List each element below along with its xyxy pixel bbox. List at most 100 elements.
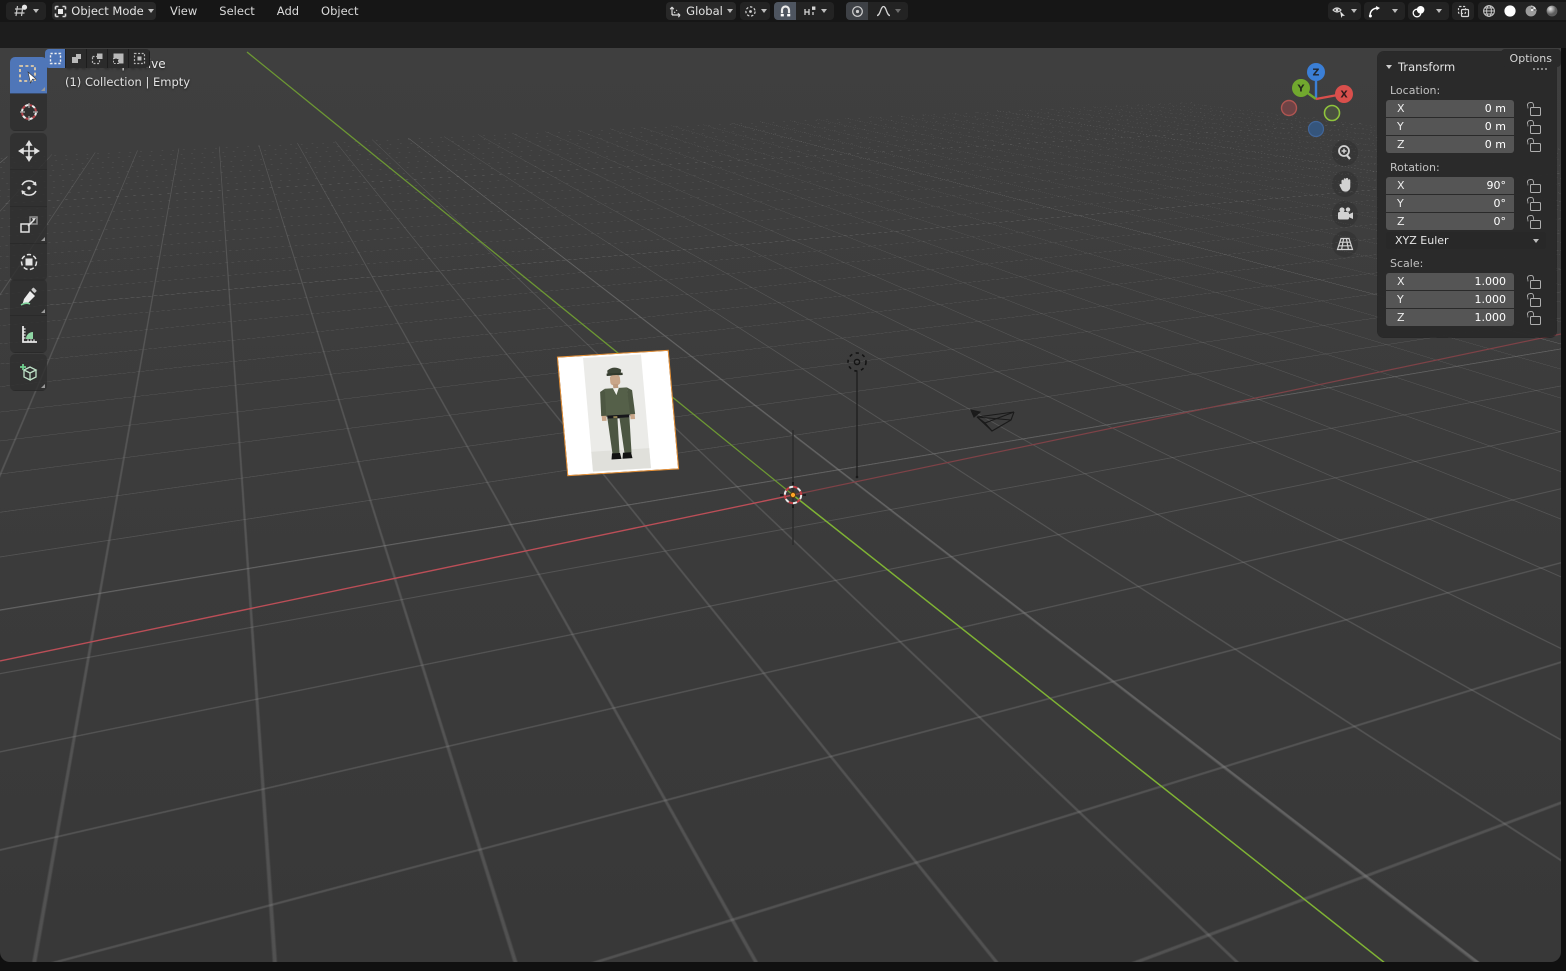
shading-rendered-button[interactable] [1541,2,1562,20]
falloff-curve-icon [876,5,891,17]
pivot-point-icon [744,5,757,18]
tool-measure-button[interactable] [10,316,47,353]
scale-y-field[interactable]: Y 1.000 [1386,291,1514,308]
select-mode-subtract-button[interactable] [87,49,108,68]
3d-cursor [780,482,806,508]
menu-add[interactable]: Add [273,4,303,18]
location-y-lock-button[interactable] [1528,120,1542,134]
view-navigation-gizmo[interactable]: Z Y X [1276,58,1360,142]
rotation-y-row: Y 0° [1386,195,1548,212]
camera-object[interactable] [962,400,1022,445]
toolbar-group-transform [10,133,47,281]
rotation-z-row: Z 0° [1386,213,1548,230]
rotate-icon [18,177,40,199]
perspective-grid-icon [1336,236,1354,252]
scale-x-row: X 1.000 [1386,273,1548,290]
toolbar-group-add [10,354,47,391]
tool-add-cube-button[interactable] [10,354,47,391]
snap-target-dropdown[interactable] [796,2,834,20]
tool-rotate-button[interactable] [10,170,47,207]
rotation-x-lock-button[interactable] [1528,179,1542,193]
subtool-indicator [41,384,45,388]
3d-viewport[interactable]: User Perspective (1) Collection | Empty [0,48,1561,962]
location-z-row: Z 0 m [1386,136,1548,153]
panel-collapse-chevron-icon[interactable] [1386,65,1392,69]
location-y-field[interactable]: Y 0 m [1386,118,1514,135]
menu-view[interactable]: View [166,4,201,18]
tool-move-button[interactable] [10,133,47,170]
image-empty-object[interactable] [556,349,680,477]
snap-toggle-button[interactable] [774,2,796,20]
options-button[interactable]: Options [1500,49,1561,67]
rotation-y-lock-button[interactable] [1528,197,1542,211]
falloff-dropdown[interactable] [868,2,908,20]
unlock-icon [1529,201,1541,211]
snap-increment-icon [803,5,817,18]
overlays-dropdown[interactable] [1429,2,1449,20]
gizmo-negative-x-ball[interactable] [1280,99,1298,117]
axis-value: 1.000 [1474,293,1507,306]
tool-select-box-button[interactable] [10,57,47,94]
tool-cursor-button[interactable] [10,94,47,131]
rotation-x-field[interactable]: X 90° [1386,177,1514,194]
tool-scale-button[interactable] [10,207,47,244]
transform-icon [18,251,40,273]
show-gizmos-toggle[interactable] [1364,2,1385,20]
point-light-object[interactable] [843,348,871,483]
scale-z-row: Z 1.000 [1386,309,1548,326]
gizmo-negative-y-ball[interactable] [1323,104,1341,122]
select-mode-intersect-button[interactable] [129,49,150,68]
subtool-indicator [41,237,45,241]
scale-z-lock-button[interactable] [1528,311,1542,325]
editor-right-edge [1561,22,1566,971]
location-z-lock-button[interactable] [1528,138,1542,152]
scale-x-lock-button[interactable] [1528,275,1542,289]
shading-material-button[interactable] [1520,2,1541,20]
gizmo-negative-z-ball[interactable] [1307,120,1325,138]
mode-selector-dropdown[interactable]: Object Mode [52,2,156,20]
proportional-edit-controls [846,2,908,20]
zoom-view-button[interactable] [1332,140,1358,166]
object-visibility-dropdown[interactable] [1328,2,1361,20]
solid-shading-icon [1503,4,1517,18]
transform-panel: Transform Location: X 0 m Y 0 m Z 0 m Ro… [1378,52,1556,337]
axis-value: 0 m [1484,120,1506,133]
camera-view-button[interactable] [1332,201,1358,227]
menu-object[interactable]: Object [317,4,362,18]
shading-solid-button[interactable] [1499,2,1520,20]
transform-orientation-dropdown[interactable]: Global [666,2,736,20]
scale-z-field[interactable]: Z 1.000 [1386,309,1514,326]
magnet-icon [779,4,792,18]
rotation-z-field[interactable]: Z 0° [1386,213,1514,230]
reference-photo-man-in-uniform [557,350,679,476]
location-x-lock-button[interactable] [1528,102,1542,116]
rotation-z-lock-button[interactable] [1528,215,1542,229]
rotation-y-field[interactable]: Y 0° [1386,195,1514,212]
rotation-mode-dropdown[interactable]: XYZ Euler [1386,232,1546,249]
menubar: View Select Add Object [166,0,363,22]
tool-annotate-button[interactable] [10,279,47,316]
pan-view-button[interactable] [1332,171,1358,197]
select-mode-invert-button[interactable] [108,49,129,68]
toolbar-group-select [10,57,47,131]
scale-x-field[interactable]: X 1.000 [1386,273,1514,290]
shading-wireframe-button[interactable] [1478,2,1499,20]
editor-type-selector[interactable] [6,2,46,20]
toggle-xray-button[interactable] [1452,2,1474,20]
toggle-orthographic-button[interactable] [1332,231,1358,257]
scale-y-lock-button[interactable] [1528,293,1542,307]
location-z-field[interactable]: Z 0 m [1386,136,1514,153]
proportional-edit-toggle[interactable] [846,2,868,20]
unlock-icon [1529,183,1541,193]
select-mode-set-button[interactable] [45,49,66,68]
gizmos-dropdown[interactable] [1385,2,1405,20]
axis-label: Y [1397,120,1404,133]
location-x-field[interactable]: X 0 m [1386,100,1514,117]
select-mode-extend-button[interactable] [66,49,87,68]
pivot-point-dropdown[interactable] [740,2,770,20]
menu-select[interactable]: Select [215,4,258,18]
tool-transform-button[interactable] [10,244,47,281]
shading-dropdown[interactable] [1562,2,1566,20]
axis-value: 0° [1493,197,1507,210]
show-overlays-toggle[interactable] [1408,2,1429,20]
